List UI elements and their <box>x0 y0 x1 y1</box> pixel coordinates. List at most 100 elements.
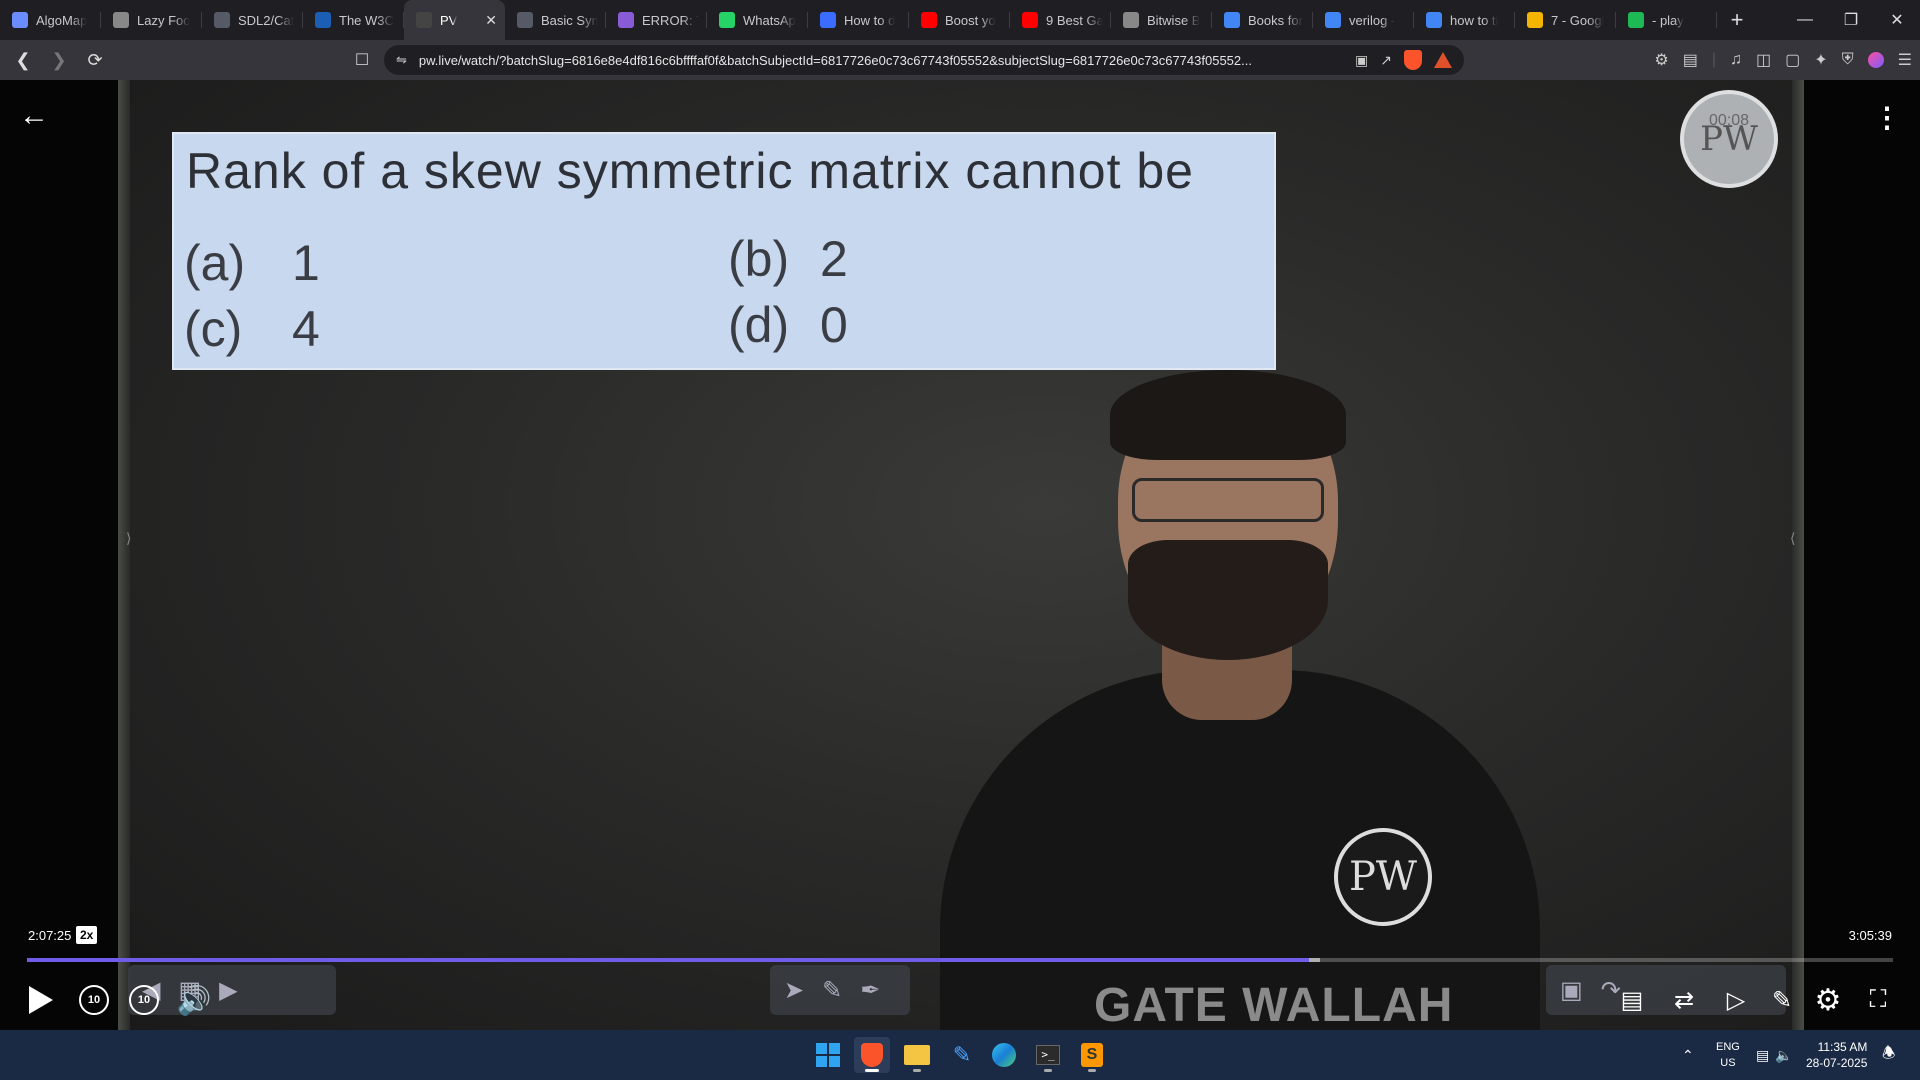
playback-speed-badge[interactable]: 2x <box>76 926 98 944</box>
brave-icon <box>861 1043 883 1067</box>
restore-icon[interactable]: ❐ <box>1828 0 1874 40</box>
start-button[interactable] <box>810 1037 846 1073</box>
tab-label: How to d <box>844 12 896 28</box>
tab-label: Lazy Foo <box>137 12 191 28</box>
browser-tab[interactable]: Boost yo <box>909 0 1010 40</box>
browser-tab[interactable]: verilog - <box>1313 0 1414 40</box>
browser-tab[interactable]: ERROR: Ti <box>606 0 707 40</box>
tab-label: Basic Sym <box>541 12 598 28</box>
captions-icon[interactable]: ▤ <box>1614 980 1650 1020</box>
back-nav-icon[interactable]: ❮ <box>8 45 38 75</box>
taskbar-pen[interactable]: ✎ <box>944 1037 980 1073</box>
back-arrow-icon[interactable]: ← <box>18 99 50 132</box>
notes-icon[interactable]: ✎ <box>1764 980 1800 1020</box>
presenter-beard <box>1128 540 1328 660</box>
forward-10-button[interactable]: 10 <box>126 980 162 1020</box>
globe-icon <box>113 12 129 28</box>
tab-label: WhatsAp <box>743 12 796 28</box>
question-text: Rank of a skew symmetric matrix cannot b… <box>186 143 1194 199</box>
bookmark-icon[interactable]: ☐ <box>352 50 372 70</box>
rewind-icon: 10 <box>79 985 109 1015</box>
audio-icon <box>416 12 432 28</box>
w3c-icon <box>315 12 331 28</box>
taskbar-file-explorer[interactable] <box>899 1037 935 1073</box>
taskbar-terminal[interactable]: >_ <box>1030 1037 1066 1073</box>
play-button[interactable] <box>26 980 56 1020</box>
extensions-icon[interactable]: ⚙ <box>1654 50 1668 70</box>
youtube-icon <box>1022 12 1038 28</box>
brave-rewards-icon[interactable] <box>1434 52 1452 68</box>
profile-icon[interactable] <box>1867 52 1884 68</box>
browser-tab[interactable]: AlgoMap <box>0 0 101 40</box>
taskbar-brave[interactable] <box>854 1037 890 1073</box>
presenter <box>900 370 1560 1030</box>
browser-tab[interactable]: Bitwise B <box>1111 0 1212 40</box>
presenter-hair <box>1110 370 1346 460</box>
video-player[interactable]: ⟩ ⟨ Rank of a skew symmetric matrix cann… <box>0 80 1920 1030</box>
browser-tab[interactable]: How to d <box>808 0 909 40</box>
seek-bar[interactable] <box>27 958 1893 962</box>
tab-label: 9 Best Ga <box>1046 12 1103 28</box>
system-clock[interactable]: 11:35 AM 28-07-2025 <box>1806 1030 1867 1080</box>
sidebar-icon[interactable]: ◫ <box>1756 50 1771 70</box>
browser-tab[interactable]: PV ✕ <box>404 0 505 40</box>
leo-ai-icon[interactable]: ✦ <box>1814 50 1827 70</box>
network-icon: ▤ <box>1756 1046 1770 1063</box>
site-settings-icon[interactable]: ⇋ <box>396 52 407 68</box>
vpn-icon[interactable]: ⛨ <box>1842 51 1854 69</box>
error-icon <box>618 12 634 28</box>
code-icon <box>1123 12 1139 28</box>
toolbar-actions: ⚙ ▤ | ♫ ◫ ▢ ✦ ⛨ ☰ <box>1654 50 1912 70</box>
sublime-icon: S <box>1081 1043 1103 1067</box>
network-volume-tray[interactable]: ▤ 🔈 <box>1756 1030 1793 1080</box>
minimize-icon[interactable]: — <box>1782 0 1828 40</box>
bookmark-icon <box>820 12 836 28</box>
picture-in-picture-icon[interactable]: ▷ <box>1718 980 1754 1020</box>
new-tab-button[interactable]: + <box>1717 0 1757 40</box>
fullscreen-icon[interactable]: ⛶ <box>1858 980 1898 1020</box>
close-tab-icon[interactable]: ✕ <box>485 12 497 29</box>
forward-icon: 10 <box>129 985 159 1015</box>
cast-icon[interactable]: ▣ <box>1355 52 1368 69</box>
taskbar-edge[interactable] <box>986 1037 1022 1073</box>
browser-tab[interactable]: The W3C <box>303 0 404 40</box>
tab-label: PV <box>440 12 458 28</box>
browser-tab[interactable]: Lazy Foo <box>101 0 202 40</box>
tab-label: SDL2/Cat <box>238 12 295 28</box>
more-options-icon[interactable]: ⋮ <box>1872 100 1902 134</box>
settings-gear-icon[interactable]: ⚙ <box>1808 980 1848 1020</box>
notification-bell-icon[interactable]: 🕭 <box>1882 1030 1895 1080</box>
wallet-icon[interactable]: ▢ <box>1785 50 1800 70</box>
rewind-10-button[interactable]: 10 <box>76 980 112 1020</box>
option-b: (b) 2 <box>728 231 848 287</box>
media-icon[interactable]: ♫ <box>1730 51 1742 69</box>
browser-tab[interactable]: SDL2/Cat <box>202 0 303 40</box>
browser-tab[interactable]: how to ti <box>1414 0 1515 40</box>
taskbar-sublime[interactable]: S <box>1074 1037 1110 1073</box>
browser-tab[interactable]: WhatsAp <box>707 0 808 40</box>
screenshot-icon[interactable]: ▤ <box>1683 50 1698 70</box>
brave-shields-icon[interactable] <box>1404 50 1422 70</box>
browser-tab[interactable]: Books for <box>1212 0 1313 40</box>
browser-tab[interactable]: 7 - Googl <box>1515 0 1616 40</box>
menu-icon[interactable]: ☰ <box>1898 50 1912 70</box>
forward-nav-icon[interactable]: ❯ <box>44 45 74 75</box>
browser-tab[interactable]: Basic Sym <box>505 0 606 40</box>
volume-icon[interactable]: 🔊 <box>176 980 212 1020</box>
doc-icon <box>517 12 533 28</box>
current-time: 2:07:25 <box>28 928 72 943</box>
language-indicator[interactable]: ENG US <box>1716 1030 1740 1080</box>
tab-label: AlgoMap <box>36 12 88 28</box>
browser-tab[interactable]: - play <box>1616 0 1717 40</box>
address-bar[interactable]: ⇋ pw.live/watch/?batchSlug=6816e8e4df816… <box>384 45 1464 75</box>
tab-label: Bitwise B <box>1147 12 1201 28</box>
tray-overflow-icon[interactable]: ⌃ <box>1682 1030 1694 1080</box>
url-text[interactable]: pw.live/watch/?batchSlug=6816e8e4df816c6… <box>419 53 1343 68</box>
tab-label: ERROR: Ti <box>642 12 699 28</box>
reload-icon[interactable]: ⟳ <box>80 45 110 75</box>
browser-tab[interactable]: 9 Best Ga <box>1010 0 1111 40</box>
share-icon[interactable]: ↗ <box>1380 52 1392 69</box>
board-edge-left <box>118 80 130 1030</box>
close-window-icon[interactable]: ✕ <box>1874 0 1920 40</box>
translate-icon[interactable]: ⇄ <box>1666 980 1702 1020</box>
